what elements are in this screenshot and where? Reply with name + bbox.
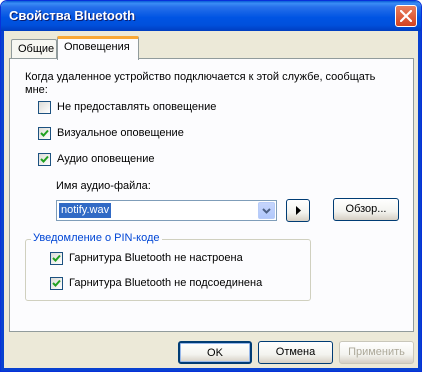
pin-group-title: Уведомление о PIN-коде [31, 232, 162, 244]
apply-button[interactable]: Применить [339, 341, 414, 364]
checkmark-icon [52, 254, 61, 262]
tab-notifications[interactable]: Оповещения [57, 36, 139, 60]
dialog-window: Свойства Bluetooth Общие Оповещения Когд… [0, 0, 422, 372]
checkmark-icon [40, 155, 49, 163]
option-label: Гарнитура Bluetooth не подсоединена [69, 277, 263, 289]
browse-button[interactable]: Обзор... [333, 198, 399, 221]
apply-button-label: Применить [348, 346, 405, 358]
notifications-panel: Когда удаленное устройство подключается … [9, 58, 414, 332]
cancel-button[interactable]: Отмена [258, 341, 333, 364]
audio-file-combobox[interactable]: notify.wav [56, 200, 277, 221]
frame-left [1, 31, 4, 371]
close-icon [400, 10, 412, 22]
frame-right [418, 31, 421, 371]
window-title: Свойства Bluetooth [9, 8, 136, 23]
tab-notifications-label: Оповещения [64, 41, 130, 53]
cancel-button-label: Отмена [275, 346, 316, 358]
play-icon [296, 206, 301, 215]
ok-button-label: OK [207, 347, 223, 359]
chevron-down-icon [262, 208, 271, 214]
combo-dropdown-button[interactable] [258, 202, 275, 219]
option-label: Гарнитура Bluetooth не настроена [69, 252, 243, 264]
ok-button[interactable]: OK [178, 341, 252, 364]
option-label: Не предоставлять оповещение [57, 101, 217, 113]
close-button[interactable] [395, 5, 417, 27]
audio-file-value: notify.wav [59, 203, 112, 218]
audio-file-label: Имя аудио-файла: [56, 180, 151, 192]
checkmark-icon [52, 279, 61, 287]
tab-general[interactable]: Общие [11, 39, 57, 59]
no-notification-checkbox[interactable] [38, 101, 51, 114]
audio-notification-checkbox[interactable] [38, 153, 51, 166]
browse-button-label: Обзор... [345, 203, 387, 215]
visual-notification-checkbox[interactable] [38, 127, 51, 140]
pin-notification-group [25, 239, 311, 301]
headset-not-connected-checkbox[interactable] [50, 277, 63, 290]
title-bar[interactable]: Свойства Bluetooth [1, 1, 421, 31]
play-sound-button[interactable] [286, 199, 310, 222]
option-label: Визуальное оповещение [57, 127, 184, 139]
checkmark-icon [40, 129, 49, 137]
option-label: Аудио оповещение [57, 153, 155, 165]
notification-prompt: Когда удаленное устройство подключается … [25, 71, 376, 96]
frame-bottom [1, 368, 421, 371]
tab-general-label: Общие [18, 43, 55, 55]
headset-not-configured-checkbox[interactable] [50, 252, 63, 265]
